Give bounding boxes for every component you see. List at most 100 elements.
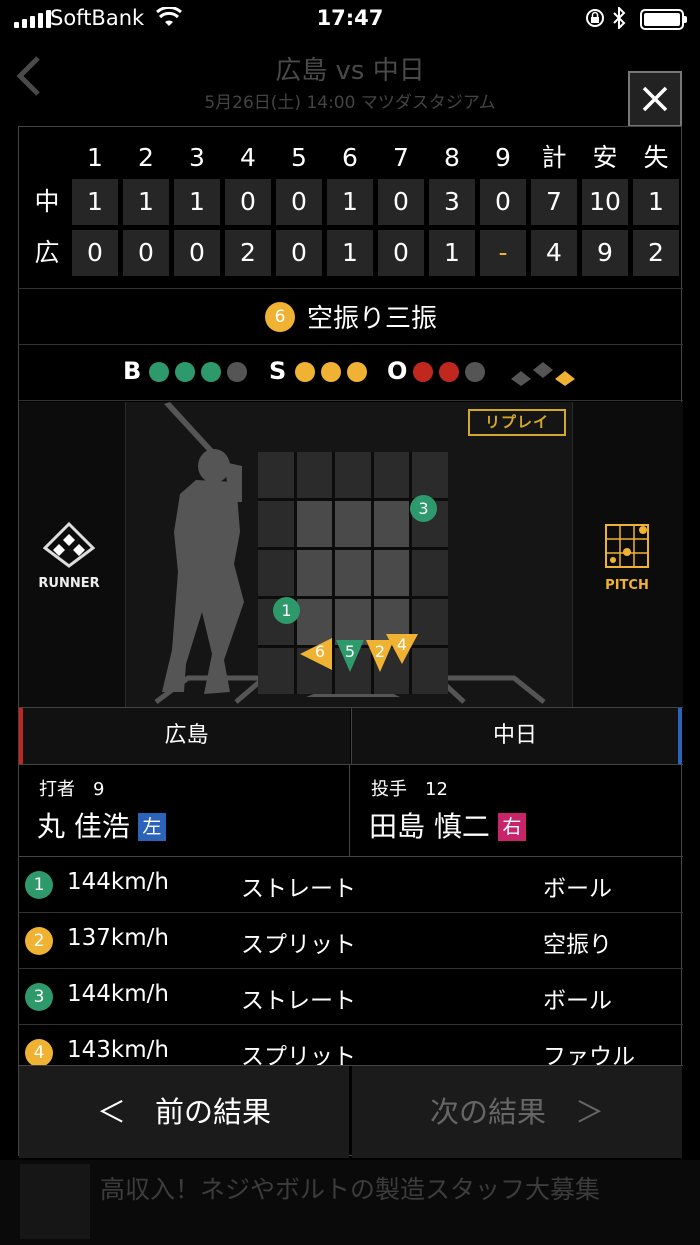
score-row-chunichi: 中 1 1 1 0 0 1 0 3 0 7 10 1 — [19, 179, 683, 229]
score-cell: 0 — [123, 230, 169, 276]
pitch-button[interactable]: PITCH — [591, 522, 663, 593]
pitch-speed: 144km/h — [67, 981, 169, 1007]
errors-cell: 2 — [633, 230, 679, 276]
prev-result-button[interactable]: ＜ 前の結果 — [19, 1066, 349, 1158]
score-cell: - — [480, 230, 526, 276]
score-cell: 1 — [174, 179, 220, 225]
hits-cell: 10 — [582, 179, 628, 225]
total-cell: 7 — [531, 179, 577, 225]
pitch-result: ボール — [543, 876, 612, 902]
ball-count: B S O — [19, 345, 683, 401]
score-cell: 0 — [276, 179, 322, 225]
hits-cell: 9 — [582, 230, 628, 276]
score-cell: 3 — [429, 179, 475, 225]
game-title: 広島 vs 中日 — [275, 56, 425, 86]
pitch-row[interactable]: 2 137km/h スプリット 空振り — [19, 913, 683, 969]
rotation-lock-icon — [585, 8, 605, 34]
score-cell: 0 — [276, 230, 322, 276]
diamond-icon — [42, 521, 96, 568]
out-dot — [465, 362, 485, 382]
strike-dot — [347, 362, 367, 382]
close-button[interactable] — [628, 71, 682, 127]
pitch-type: スプリット — [241, 932, 356, 958]
status-bar: SoftBank 17:47 — [0, 0, 700, 40]
strike-dot — [295, 362, 315, 382]
pitch-number-badge: 2 — [25, 927, 53, 955]
pitch-list[interactable]: 1 144km/h ストレート ボール 2 137km/h スプリット 空振り … — [19, 857, 683, 1065]
pitch-speed: 143km/h — [67, 1037, 169, 1063]
ball-dot — [201, 362, 221, 382]
errors-cell: 1 — [633, 179, 679, 225]
pitch-speed: 137km/h — [67, 925, 169, 951]
team-home: 広島 — [19, 708, 350, 764]
pitch-row[interactable]: 3 144km/h ストレート ボール — [19, 969, 683, 1025]
pitch-number-badge: 6 — [264, 301, 295, 332]
batter-role: 打者 — [39, 779, 75, 800]
pitcher-number: 12 — [425, 779, 448, 800]
inning-header: 8 — [444, 143, 460, 172]
batter-hand-badge: 左 — [137, 813, 166, 841]
pitch-field: RUNNER リプレイ 1 3 5 2 4 6 PITCH — [19, 402, 683, 707]
pitch-number-badge: 1 — [25, 871, 53, 899]
pitcher-info: 投手 12 田島 慎二右 — [351, 765, 682, 857]
hits-header: 安 — [592, 143, 618, 172]
bases-icon — [511, 362, 575, 386]
runner-label: RUNNER — [38, 576, 100, 591]
team-abbrev: 中 — [34, 187, 60, 216]
score-cell: 0 — [174, 230, 220, 276]
score-cell: 0 — [480, 179, 526, 225]
runner-button[interactable]: RUNNER — [33, 521, 105, 591]
score-cell: 1 — [327, 230, 373, 276]
total-header: 計 — [541, 143, 567, 172]
out-dot — [439, 362, 459, 382]
ad-banner[interactable]: 高収入！ネジやボルトの製造スタッフ大募集 — [0, 1160, 700, 1245]
batter-info: 打者 9 丸 佳浩左 — [19, 765, 350, 857]
pitch-row[interactable]: 1 144km/h ストレート ボール — [19, 857, 683, 913]
background-header: 広島 vs 中日 5月26日(土) 14:00 マツダスタジアム — [0, 40, 700, 120]
result-navigation: ＜ 前の結果 次の結果 ＞ — [19, 1065, 683, 1158]
total-cell: 4 — [531, 230, 577, 276]
score-cell: 0 — [225, 179, 271, 225]
score-cell: 1 — [123, 179, 169, 225]
strike-zone-view: リプレイ 1 3 5 2 4 6 — [125, 402, 573, 707]
inning-header: 3 — [189, 143, 205, 172]
batter-number: 9 — [93, 779, 105, 800]
pitch-type: ストレート — [241, 876, 356, 902]
score-cell: 1 — [72, 179, 118, 225]
inning-header: 7 — [393, 143, 409, 172]
inning-header: 6 — [342, 143, 358, 172]
strikes-label: S — [269, 357, 287, 385]
pitch-row[interactable]: 4 143km/h スプリット ファウル — [19, 1025, 683, 1065]
score-cell: 1 — [327, 179, 373, 225]
team-away: 中日 — [351, 708, 682, 764]
pitch-marker-1[interactable]: 1 — [273, 597, 300, 624]
score-cell: 0 — [72, 230, 118, 276]
ad-image — [20, 1164, 90, 1239]
pitch-result: ファウル — [543, 1044, 635, 1065]
score-cell: 0 — [378, 230, 424, 276]
pitcher-role: 投手 — [371, 779, 407, 800]
pitch-number-badge: 3 — [25, 983, 53, 1011]
scoreboard: 1 2 3 4 5 6 7 8 9 計 安 失 中 1 1 1 0 0 1 0 … — [19, 127, 683, 289]
inning-header: 4 — [240, 143, 256, 172]
bluetooth-icon — [612, 5, 626, 34]
pitch-result: 空振り — [543, 932, 612, 958]
ball-dot — [227, 362, 247, 382]
close-icon — [642, 86, 668, 112]
errors-header: 失 — [643, 143, 669, 172]
ball-dot — [175, 362, 195, 382]
pitcher-hand-badge: 右 — [497, 813, 526, 841]
inning-header: 9 — [495, 143, 511, 172]
ball-dot — [149, 362, 169, 382]
next-result-button[interactable]: 次の結果 ＞ — [352, 1066, 682, 1158]
pitch-label: PITCH — [605, 578, 649, 593]
strike-dot — [321, 362, 341, 382]
pitch-type: スプリット — [241, 1044, 356, 1065]
replay-button[interactable]: リプレイ — [468, 409, 566, 436]
inning-header: 2 — [138, 143, 154, 172]
score-cell: 1 — [429, 230, 475, 276]
pitch-speed: 144km/h — [67, 869, 169, 895]
pitcher-name: 田島 慎二 — [369, 810, 490, 843]
ad-text: 高収入！ネジやボルトの製造スタッフ大募集 — [100, 1175, 601, 1204]
pitch-marker-3[interactable]: 3 — [410, 495, 437, 522]
